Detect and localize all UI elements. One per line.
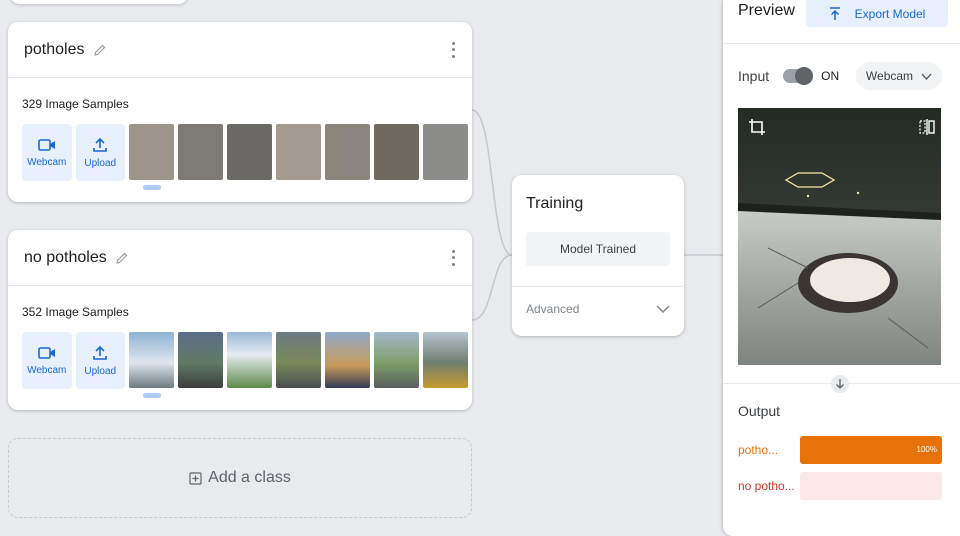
sample-thumbnail[interactable] bbox=[423, 124, 468, 180]
videocam-icon bbox=[37, 346, 55, 359]
videocam-icon bbox=[37, 138, 55, 151]
input-source-value: Webcam bbox=[865, 69, 914, 83]
sample-thumbnail[interactable] bbox=[325, 332, 370, 388]
input-row: Input ON Webcam bbox=[723, 44, 960, 108]
sample-count: 329 Image Samples bbox=[22, 97, 129, 111]
training-card: Training Model Trained Advanced bbox=[512, 175, 684, 336]
more-vert-icon[interactable] bbox=[452, 249, 456, 266]
chevron-down-icon bbox=[921, 73, 932, 80]
preview-title: Preview bbox=[738, 2, 795, 19]
output-label: potho... bbox=[738, 442, 779, 457]
flip-camera-icon[interactable] bbox=[919, 118, 935, 136]
train-model-button[interactable]: Model Trained bbox=[526, 232, 670, 266]
add-class-button[interactable]: Add a class bbox=[8, 438, 472, 518]
divider bbox=[723, 375, 960, 393]
output-label: no potho... bbox=[738, 478, 795, 493]
class-card-header: no potholes bbox=[8, 230, 472, 286]
sample-thumbnail[interactable] bbox=[276, 332, 321, 388]
class-card-potholes: potholes 329 Image Samples Webcam Upload bbox=[8, 22, 472, 202]
sample-thumbnail[interactable] bbox=[129, 332, 174, 388]
upload-label: Upload bbox=[84, 157, 117, 169]
pencil-icon[interactable] bbox=[93, 43, 107, 57]
preview-header: Preview Export Model bbox=[723, 0, 960, 44]
upload-label: Upload bbox=[84, 365, 117, 377]
upload-icon bbox=[93, 137, 108, 152]
webcam-button[interactable]: Webcam bbox=[22, 124, 72, 181]
add-class-label: Add a class bbox=[208, 469, 291, 486]
samples-row: Webcam Upload bbox=[8, 124, 472, 181]
pencil-icon[interactable] bbox=[115, 251, 129, 265]
advanced-label: Advanced bbox=[526, 302, 580, 316]
export-model-button[interactable]: Export Model bbox=[806, 0, 948, 27]
upload-button[interactable]: Upload bbox=[75, 332, 125, 389]
output-row-potholes: potho... 100% bbox=[723, 436, 960, 464]
sample-count: 352 Image Samples bbox=[22, 305, 129, 319]
webcam-feed bbox=[738, 108, 941, 365]
add-box-icon bbox=[189, 471, 202, 485]
thumbnail-scrollbar[interactable] bbox=[143, 185, 161, 190]
training-title: Training bbox=[526, 195, 584, 212]
thumbnail-scrollbar[interactable] bbox=[143, 393, 161, 398]
output-row-no-potholes: no potho... bbox=[723, 472, 960, 500]
sample-thumbnail[interactable] bbox=[178, 124, 223, 180]
export-icon bbox=[829, 6, 840, 20]
arrow-down-icon bbox=[831, 375, 849, 393]
class-name[interactable]: no potholes bbox=[24, 249, 107, 267]
sample-thumbnail[interactable] bbox=[374, 332, 419, 388]
chevron-down-icon bbox=[656, 305, 670, 313]
crop-icon[interactable] bbox=[748, 118, 766, 136]
sample-thumbnail[interactable] bbox=[276, 124, 321, 180]
class-card-no-potholes: no potholes 352 Image Samples Webcam Upl… bbox=[8, 230, 472, 410]
input-toggle[interactable] bbox=[783, 67, 814, 85]
sample-thumbnail[interactable] bbox=[374, 124, 419, 180]
sample-thumbnail[interactable] bbox=[227, 332, 272, 388]
previous-card-edge bbox=[10, 0, 188, 4]
class-name[interactable]: potholes bbox=[24, 41, 85, 59]
export-label: Export Model bbox=[854, 6, 926, 21]
webcam-label: Webcam bbox=[27, 364, 67, 376]
toggle-state: ON bbox=[821, 69, 840, 83]
input-source-select[interactable]: Webcam bbox=[856, 62, 942, 90]
confidence-value: 100% bbox=[916, 445, 937, 454]
sample-thumbnail[interactable] bbox=[325, 124, 370, 180]
input-label: Input bbox=[738, 68, 770, 84]
sample-thumbnail[interactable] bbox=[178, 332, 223, 388]
more-vert-icon[interactable] bbox=[452, 41, 456, 58]
samples-row: Webcam Upload bbox=[8, 332, 472, 389]
webcam-button[interactable]: Webcam bbox=[22, 332, 72, 389]
sample-thumbnail[interactable] bbox=[423, 332, 468, 388]
confidence-bar bbox=[800, 472, 942, 500]
preview-panel: Preview Export Model Input ON Webcam Out… bbox=[723, 0, 960, 536]
webcam-label: Webcam bbox=[27, 156, 67, 168]
upload-icon bbox=[93, 345, 108, 360]
sample-thumbnail[interactable] bbox=[129, 124, 174, 180]
class-card-header: potholes bbox=[8, 22, 472, 78]
confidence-bar: 100% bbox=[800, 436, 942, 464]
sample-thumbnail[interactable] bbox=[227, 124, 272, 180]
upload-button[interactable]: Upload bbox=[75, 124, 125, 181]
advanced-toggle[interactable]: Advanced bbox=[512, 287, 684, 316]
